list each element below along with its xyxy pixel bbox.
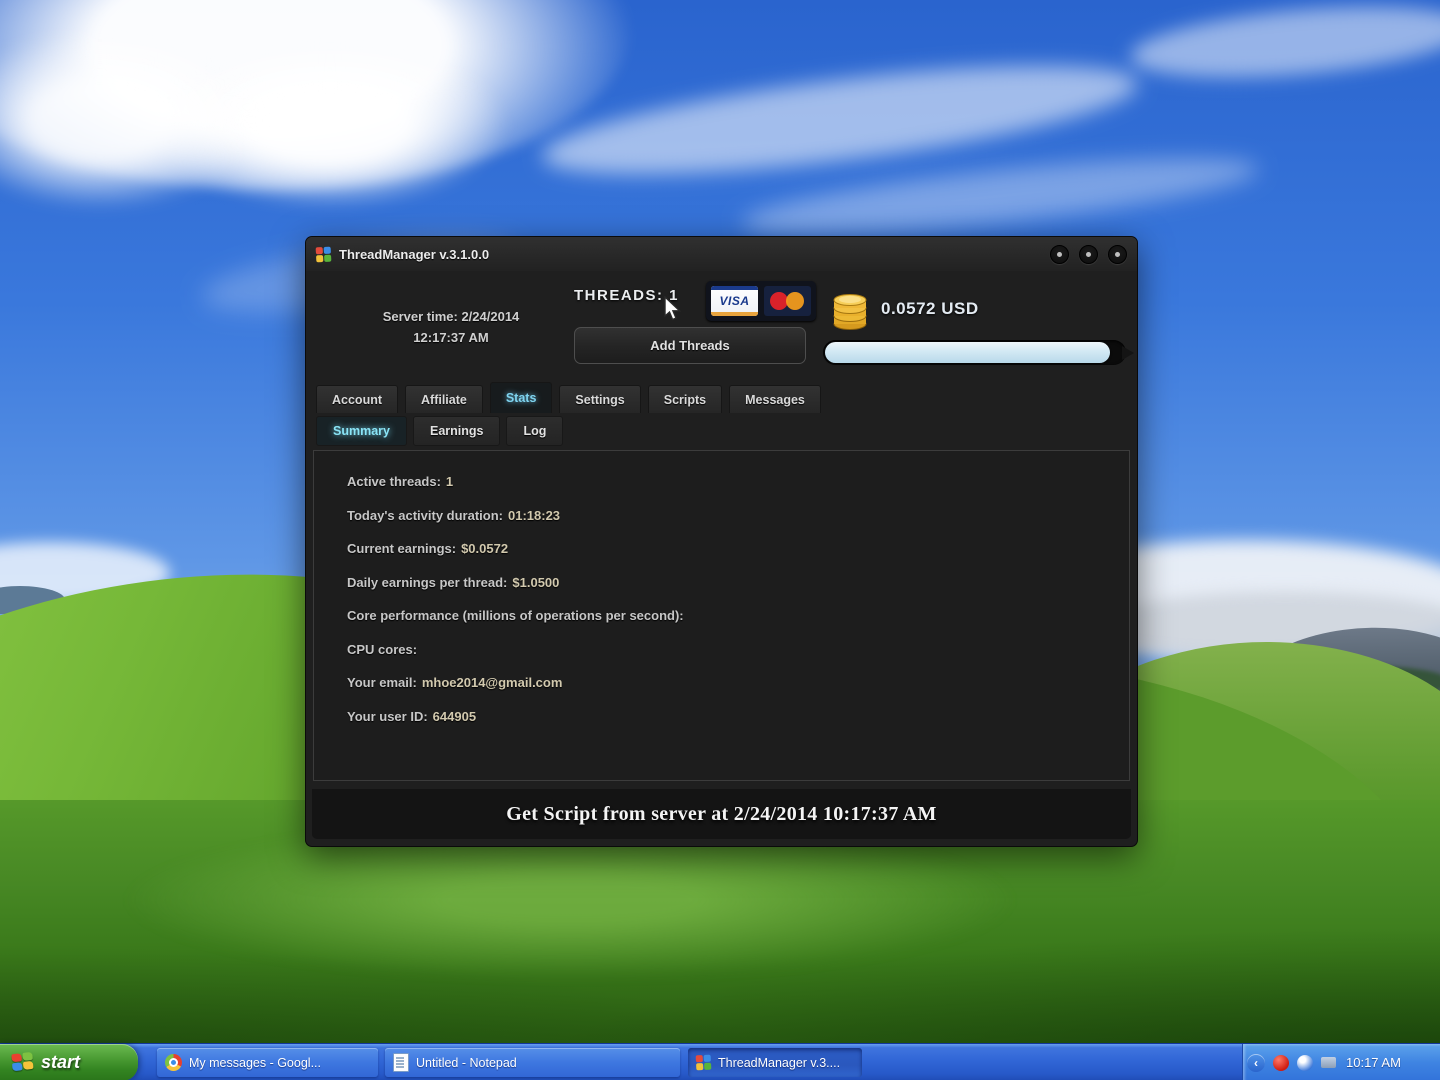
tray-volume-icon[interactable] xyxy=(1321,1057,1336,1068)
tray-network-icon[interactable] xyxy=(1297,1054,1313,1071)
stat-row-current-earnings: Current earnings: $0.0572 xyxy=(347,541,509,557)
stat-row-daily-earnings: Daily earnings per thread: $1.0500 xyxy=(347,574,560,590)
taskbar: start My messages - Googl... Untitled - … xyxy=(0,1043,1440,1080)
progress-bar xyxy=(823,340,1134,365)
taskbar-item-label: My messages - Googl... xyxy=(189,1055,321,1070)
stat-row-activity-duration: Today's activity duration: 01:18:23 xyxy=(347,507,561,523)
taskbar-item-notepad[interactable]: Untitled - Notepad xyxy=(385,1048,680,1077)
summary-panel: Active threads: 1 Today's activity durat… xyxy=(313,450,1130,781)
stat-row-cpu-cores: CPU cores: xyxy=(347,641,418,657)
progress-fill xyxy=(825,342,1110,363)
stat-row-active-threads: Active threads: 1 xyxy=(347,474,454,490)
windows-flag-icon xyxy=(11,1051,34,1074)
stats-subtabs: Summary Earnings Log xyxy=(316,416,564,446)
stat-row-email: Your email: mhoe2014@gmail.com xyxy=(347,675,563,691)
taskbar-item-label: Untitled - Notepad xyxy=(416,1055,517,1070)
stat-row-user-id: Your user ID: 644905 xyxy=(347,708,477,724)
threadmanager-app-icon xyxy=(315,246,332,262)
close-button[interactable] xyxy=(1108,244,1127,264)
tab-affiliate[interactable]: Affiliate xyxy=(405,385,483,413)
taskbar-item-label: ThreadManager v.3.... xyxy=(718,1055,841,1070)
system-tray: ‹ 10:17 AM xyxy=(1242,1044,1440,1080)
stat-row-core-performance: Core performance (millions of operations… xyxy=(347,608,684,624)
tray-collapse-chevron-icon[interactable]: ‹ xyxy=(1247,1053,1265,1072)
subtab-summary[interactable]: Summary xyxy=(316,416,407,446)
maximize-button[interactable] xyxy=(1079,244,1098,264)
mouse-cursor-icon xyxy=(663,295,685,327)
subtab-log[interactable]: Log xyxy=(506,416,564,446)
window-title: ThreadManager v.3.1.0.0 xyxy=(339,246,490,262)
server-time-date: Server time: 2/24/2014 xyxy=(382,309,520,324)
window-titlebar[interactable]: ThreadManager v.3.1.0.0 xyxy=(306,237,1137,271)
balance-amount: 0.0572 USD xyxy=(881,299,979,318)
tray-red-status-icon[interactable] xyxy=(1273,1054,1289,1071)
taskbar-clock[interactable]: 10:17 AM xyxy=(1346,1055,1401,1070)
status-footer: Get Script from server at 2/24/2014 10:1… xyxy=(312,789,1131,839)
threadmanager-icon xyxy=(695,1054,712,1071)
status-text: Get Script from server at 2/24/2014 10:1… xyxy=(506,802,937,825)
mastercard-icon xyxy=(764,286,811,316)
notepad-icon xyxy=(393,1053,409,1072)
server-time: Server time: 2/24/2014 12:17:37 AM xyxy=(326,307,576,349)
minimize-button[interactable] xyxy=(1050,244,1069,264)
tab-settings[interactable]: Settings xyxy=(559,385,641,413)
tab-scripts[interactable]: Scripts xyxy=(647,385,723,413)
threadmanager-window: ThreadManager v.3.1.0.0 Server time: 2/2… xyxy=(305,236,1138,847)
tab-account[interactable]: Account xyxy=(316,385,398,413)
desktop: ThreadManager v.3.1.0.0 Server time: 2/2… xyxy=(0,0,1440,1080)
visa-card-icon: VISA xyxy=(711,286,758,316)
subtab-earnings[interactable]: Earnings xyxy=(412,416,501,446)
main-tabs: Account Affiliate Stats Settings Scripts… xyxy=(316,382,821,413)
taskbar-item-browser[interactable]: My messages - Googl... xyxy=(157,1048,378,1077)
add-threads-button[interactable]: Add Threads xyxy=(574,327,806,364)
visa-label: VISA xyxy=(719,294,750,308)
start-button[interactable]: start xyxy=(0,1044,138,1080)
tab-messages[interactable]: Messages xyxy=(729,385,821,413)
chrome-icon xyxy=(165,1054,182,1071)
coin-stack-icon xyxy=(831,289,869,336)
tab-stats[interactable]: Stats xyxy=(489,382,553,413)
start-label: start xyxy=(41,1052,81,1072)
payment-cards: VISA xyxy=(706,281,816,321)
server-time-clock: 12:17:37 AM xyxy=(413,329,489,345)
taskbar-item-threadmanager[interactable]: ThreadManager v.3.... xyxy=(688,1048,862,1077)
